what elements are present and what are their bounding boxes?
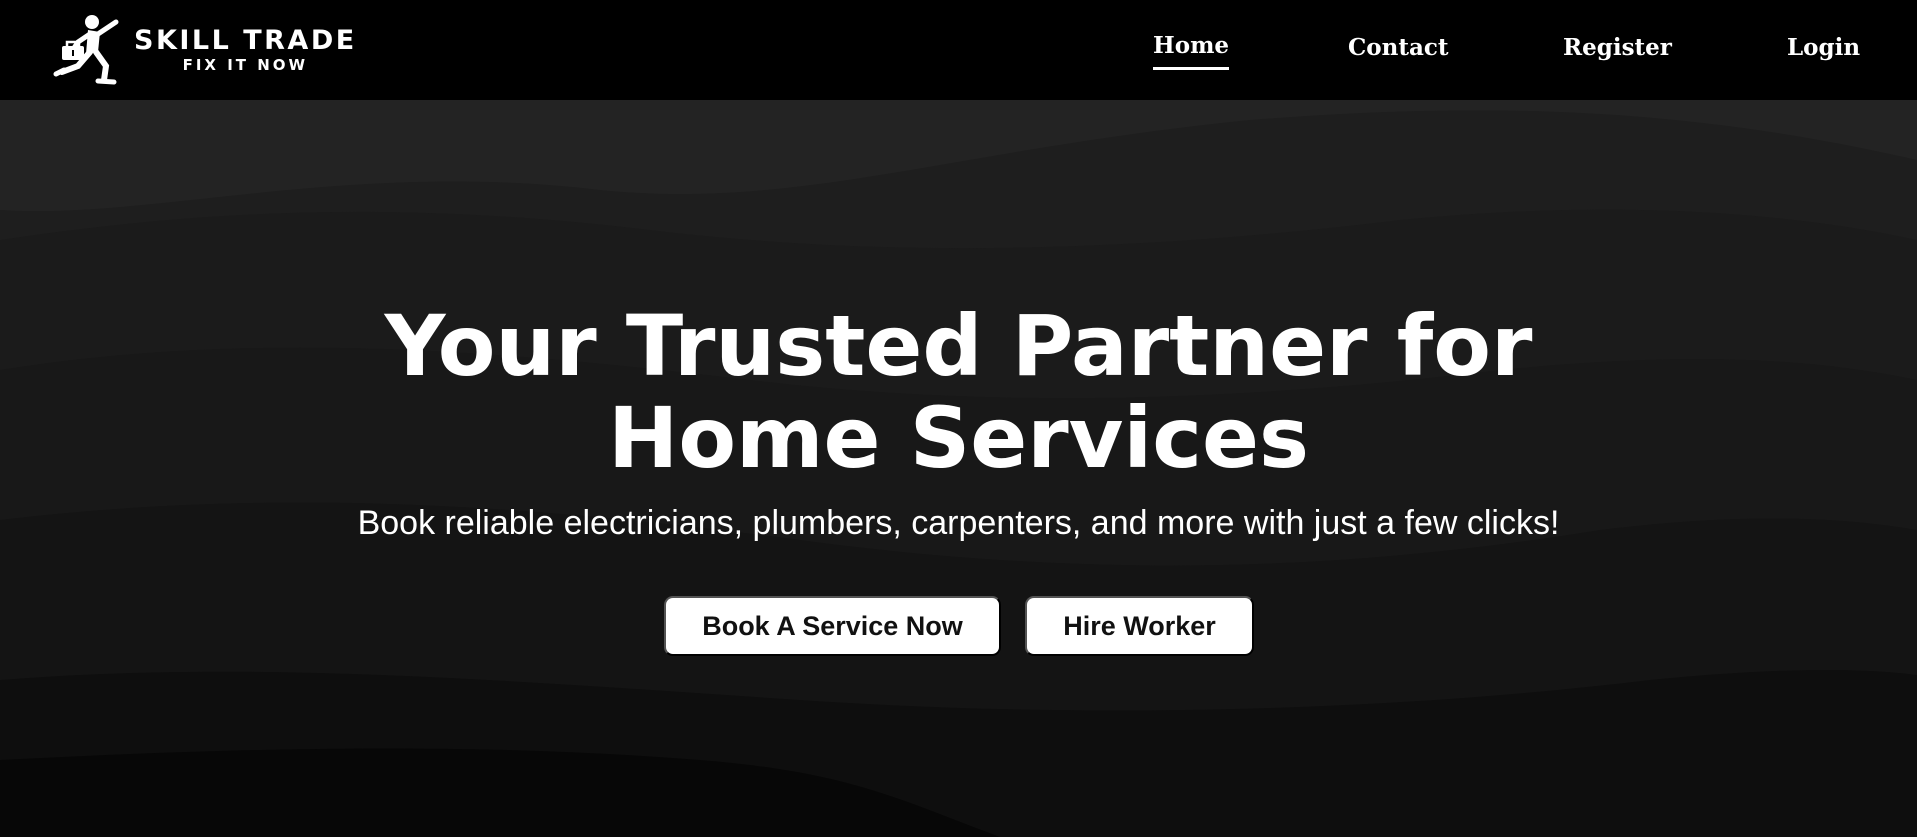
brand-logo[interactable]: SKILL TRADE FIX IT NOW (52, 12, 357, 88)
hero-section: Your Trusted Partner for Home Services B… (0, 100, 1917, 837)
brand-tagline: FIX IT NOW (182, 56, 309, 74)
nav-link-login[interactable]: Login (1787, 30, 1860, 66)
running-worker-with-toolbox-icon (53, 15, 119, 85)
navbar: SKILL TRADE FIX IT NOW Home Contact Regi… (0, 0, 1917, 100)
nav-link-home[interactable]: Home (1153, 28, 1230, 70)
nav-link-register[interactable]: Register (1563, 30, 1672, 66)
book-service-button[interactable]: Book A Service Now (664, 596, 1001, 656)
hero-title: Your Trusted Partner for Home Services (0, 300, 1917, 484)
hero-subtitle: Book reliable electricians, plumbers, ca… (357, 504, 1560, 542)
hire-worker-button[interactable]: Hire Worker (1025, 596, 1254, 656)
brand-name: SKILL TRADE (134, 25, 357, 56)
nav-link-contact[interactable]: Contact (1348, 30, 1449, 66)
hero-title-line-1: Your Trusted Partner for (384, 297, 1533, 395)
brand-text: SKILL TRADE FIX IT NOW (134, 25, 357, 75)
hero-title-line-2: Home Services (608, 389, 1309, 487)
